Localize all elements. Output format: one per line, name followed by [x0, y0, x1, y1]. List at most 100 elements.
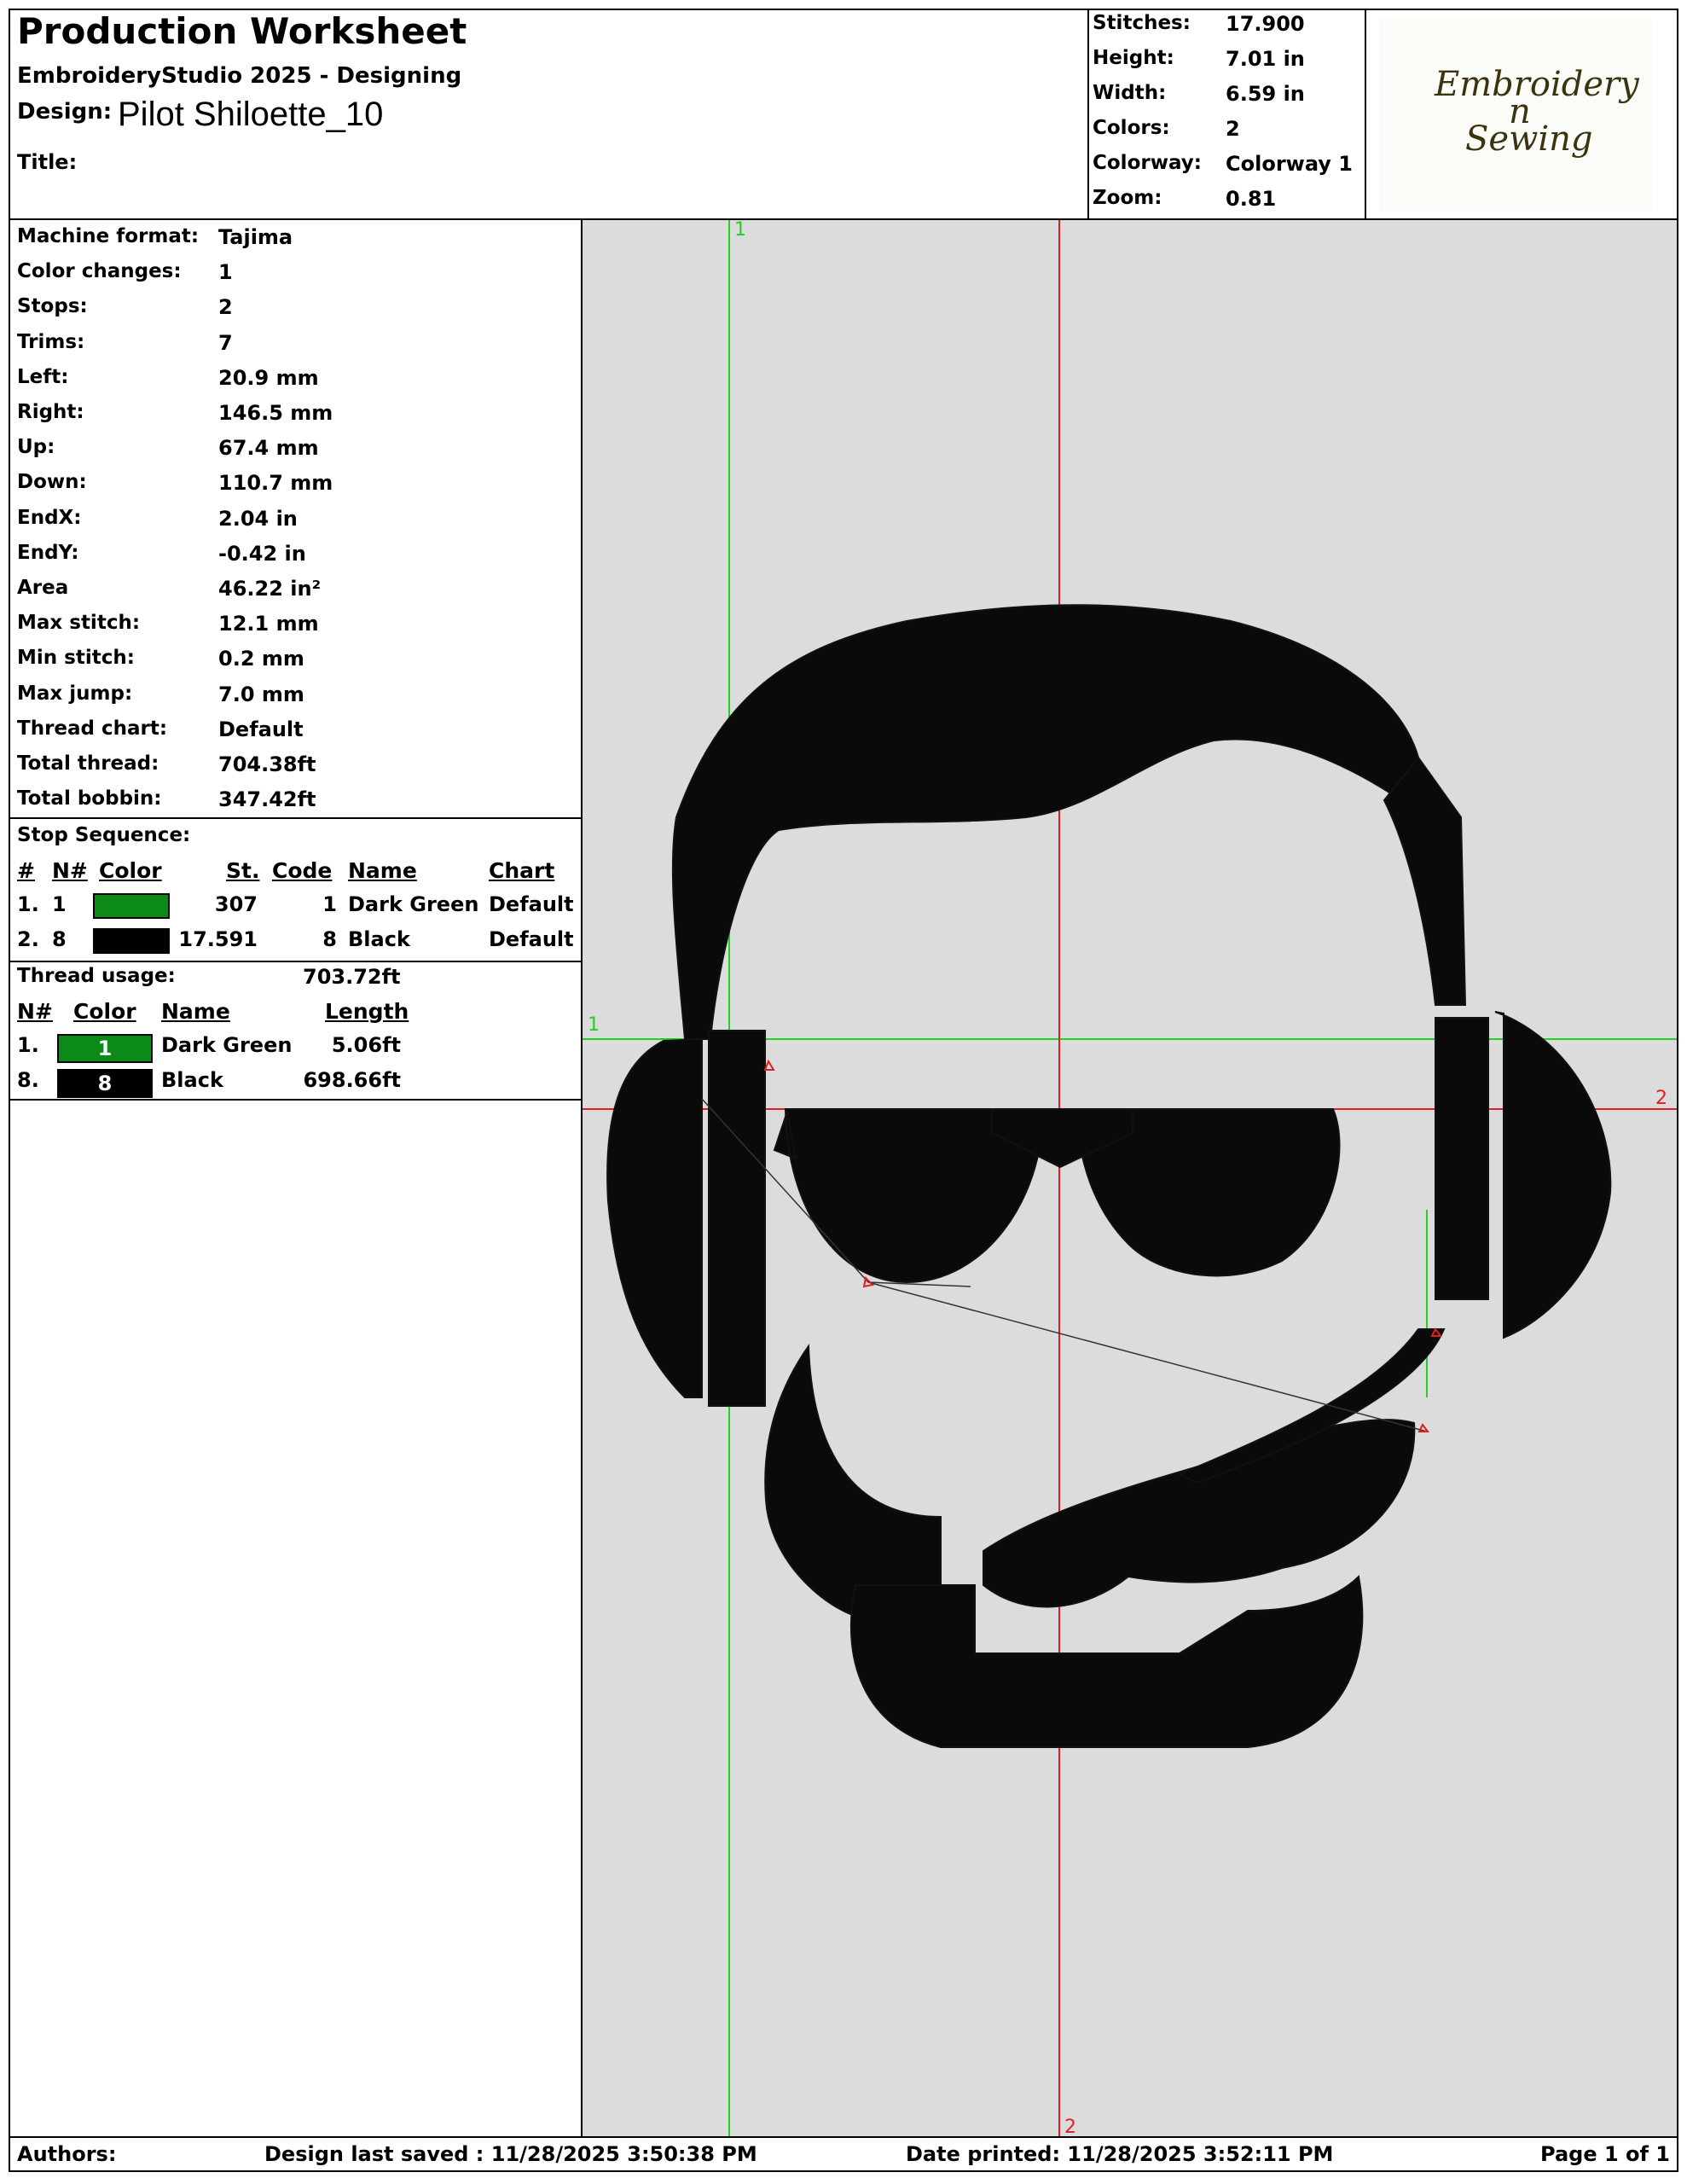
headset-band: [671, 604, 1420, 1040]
guide-label-v1: 1: [734, 220, 746, 241]
headset-right-arm: [1383, 756, 1467, 1006]
detail-value: -0.42 in: [218, 541, 306, 566]
logo-line-1: Embroidery: [1435, 65, 1639, 104]
mustache: [983, 1419, 1416, 1608]
thread-usage-title: Thread usage:: [17, 965, 176, 987]
stop-seq-chart: Default: [489, 892, 574, 916]
tu-col-color: Color: [73, 999, 136, 1024]
detail-label: Color changes:: [17, 260, 182, 283]
detail-label: Thread chart:: [17, 717, 168, 740]
thread-usage-length: 5.06ft: [331, 1033, 401, 1057]
detail-label: Down:: [17, 471, 87, 494]
thread-usage-n: 8.: [17, 1068, 39, 1092]
stop-seq-chart: Default: [489, 927, 574, 951]
detail-value: 67.4 mm: [218, 436, 319, 461]
guide-label-v2: 2: [1064, 2117, 1076, 2138]
ss-col-name: Name: [348, 858, 417, 883]
design-canvas: 1 1 2 2: [583, 220, 1678, 2138]
stop-seq-num: 2.: [17, 927, 39, 951]
right-ear-post: [1435, 1017, 1489, 1300]
stop-sequence-title: Stop Sequence:: [17, 824, 191, 846]
detail-value: 12.1 mm: [218, 612, 319, 636]
detail-value: 20.9 mm: [218, 365, 319, 390]
detail-value: Tajima: [218, 225, 293, 249]
detail-value: 146.5 mm: [218, 401, 333, 425]
summary-value: Colorway 1: [1226, 152, 1353, 176]
detail-value: 0.2 mm: [218, 647, 304, 671]
stop-seq-st: 17.591: [178, 927, 258, 951]
thread-usage-color-swatch: 8: [57, 1069, 153, 1098]
title-label: Title:: [17, 150, 78, 174]
ss-col-code: Code: [272, 858, 333, 883]
detail-value: 2: [218, 295, 233, 320]
embroidery-preview: 1 1 2 2: [583, 220, 1677, 2138]
detail-label: Right:: [17, 401, 84, 423]
divider-thread-usage: [9, 961, 583, 962]
detail-value: 7: [218, 330, 233, 355]
detail-label: Total thread:: [17, 752, 159, 775]
footer-saved: Design last saved : 11/28/2025 3:50:38 P…: [264, 2142, 757, 2166]
left-ear-cup: [606, 1037, 703, 1398]
stop-seq-num: 1.: [17, 892, 39, 916]
summary-value: 0.81: [1226, 187, 1277, 211]
ss-col-n: N#: [52, 858, 88, 883]
summary-divider: [1087, 9, 1089, 220]
summary-value: 6.59 in: [1226, 82, 1305, 106]
pilot-silhouette: [606, 604, 1612, 1748]
detail-label: Total bobbin:: [17, 787, 162, 810]
thread-usage-length: 698.66ft: [303, 1068, 401, 1092]
detail-label: Up:: [17, 436, 55, 459]
ss-col-st: St.: [226, 858, 260, 883]
left-jaw: [764, 1343, 942, 1620]
detail-label: Trims:: [17, 330, 85, 353]
stop-seq-code: 8: [322, 927, 337, 951]
summary-label: Colorway:: [1093, 152, 1202, 174]
chin: [849, 1574, 1364, 1748]
thread-usage-color-swatch: 1: [57, 1034, 153, 1063]
left-border-lower: [9, 1099, 10, 2138]
detail-label: EndY:: [17, 541, 79, 564]
left-ear-post: [708, 1030, 766, 1407]
summary-label: Stitches:: [1093, 12, 1191, 34]
detail-label: EndX:: [17, 506, 82, 529]
ss-col-color: Color: [99, 858, 162, 883]
stop-seq-color-swatch: [93, 928, 170, 954]
design-label: Design:: [17, 99, 113, 125]
summary-label: Zoom:: [1093, 187, 1162, 209]
tu-col-n: N#: [17, 999, 53, 1024]
footer-printed: Date printed: 11/28/2025 3:52:11 PM: [906, 2142, 1334, 2166]
summary-label: Width:: [1093, 82, 1167, 104]
stop-seq-n: 1: [52, 892, 67, 916]
summary-value: 17.900: [1226, 12, 1305, 36]
summary-value: 2: [1226, 117, 1240, 141]
stop-seq-n: 8: [52, 927, 67, 951]
summary-value: 7.01 in: [1226, 47, 1305, 71]
ss-col-chart: Chart: [489, 858, 555, 883]
thread-usage-n: 1.: [17, 1033, 39, 1057]
detail-label: Machine format:: [17, 225, 200, 247]
thread-usage-name: Black: [161, 1068, 223, 1092]
logo-line-3: Sewing: [1465, 119, 1593, 159]
detail-value: 2.04 in: [218, 506, 298, 531]
logo-divider: [1365, 9, 1366, 220]
right-ear-cup: [1494, 1011, 1612, 1339]
detail-value: 46.22 in²: [218, 577, 322, 601]
stop-seq-code: 1: [322, 892, 337, 916]
detail-value: 347.42ft: [218, 787, 316, 812]
thread-usage-total: 703.72ft: [303, 965, 401, 989]
footer-authors: Authors:: [17, 2142, 117, 2166]
footer-box: [9, 2136, 1678, 2172]
detail-label: Max jump:: [17, 682, 133, 705]
detail-label: Left:: [17, 365, 69, 388]
stop-seq-name: Black: [348, 927, 410, 951]
detail-value: 704.38ft: [218, 752, 316, 776]
stop-seq-name: Dark Green: [348, 892, 479, 916]
design-name: Pilot Shiloette_10: [118, 96, 384, 133]
stop-seq-color-swatch: [93, 893, 170, 919]
detail-value: 7.0 mm: [218, 682, 304, 706]
summary-label: Colors:: [1093, 117, 1170, 139]
detail-value: 1: [218, 260, 233, 285]
stop-seq-st: 307: [214, 892, 258, 916]
tu-col-length: Length: [325, 999, 409, 1024]
detail-label: Area: [17, 577, 69, 599]
